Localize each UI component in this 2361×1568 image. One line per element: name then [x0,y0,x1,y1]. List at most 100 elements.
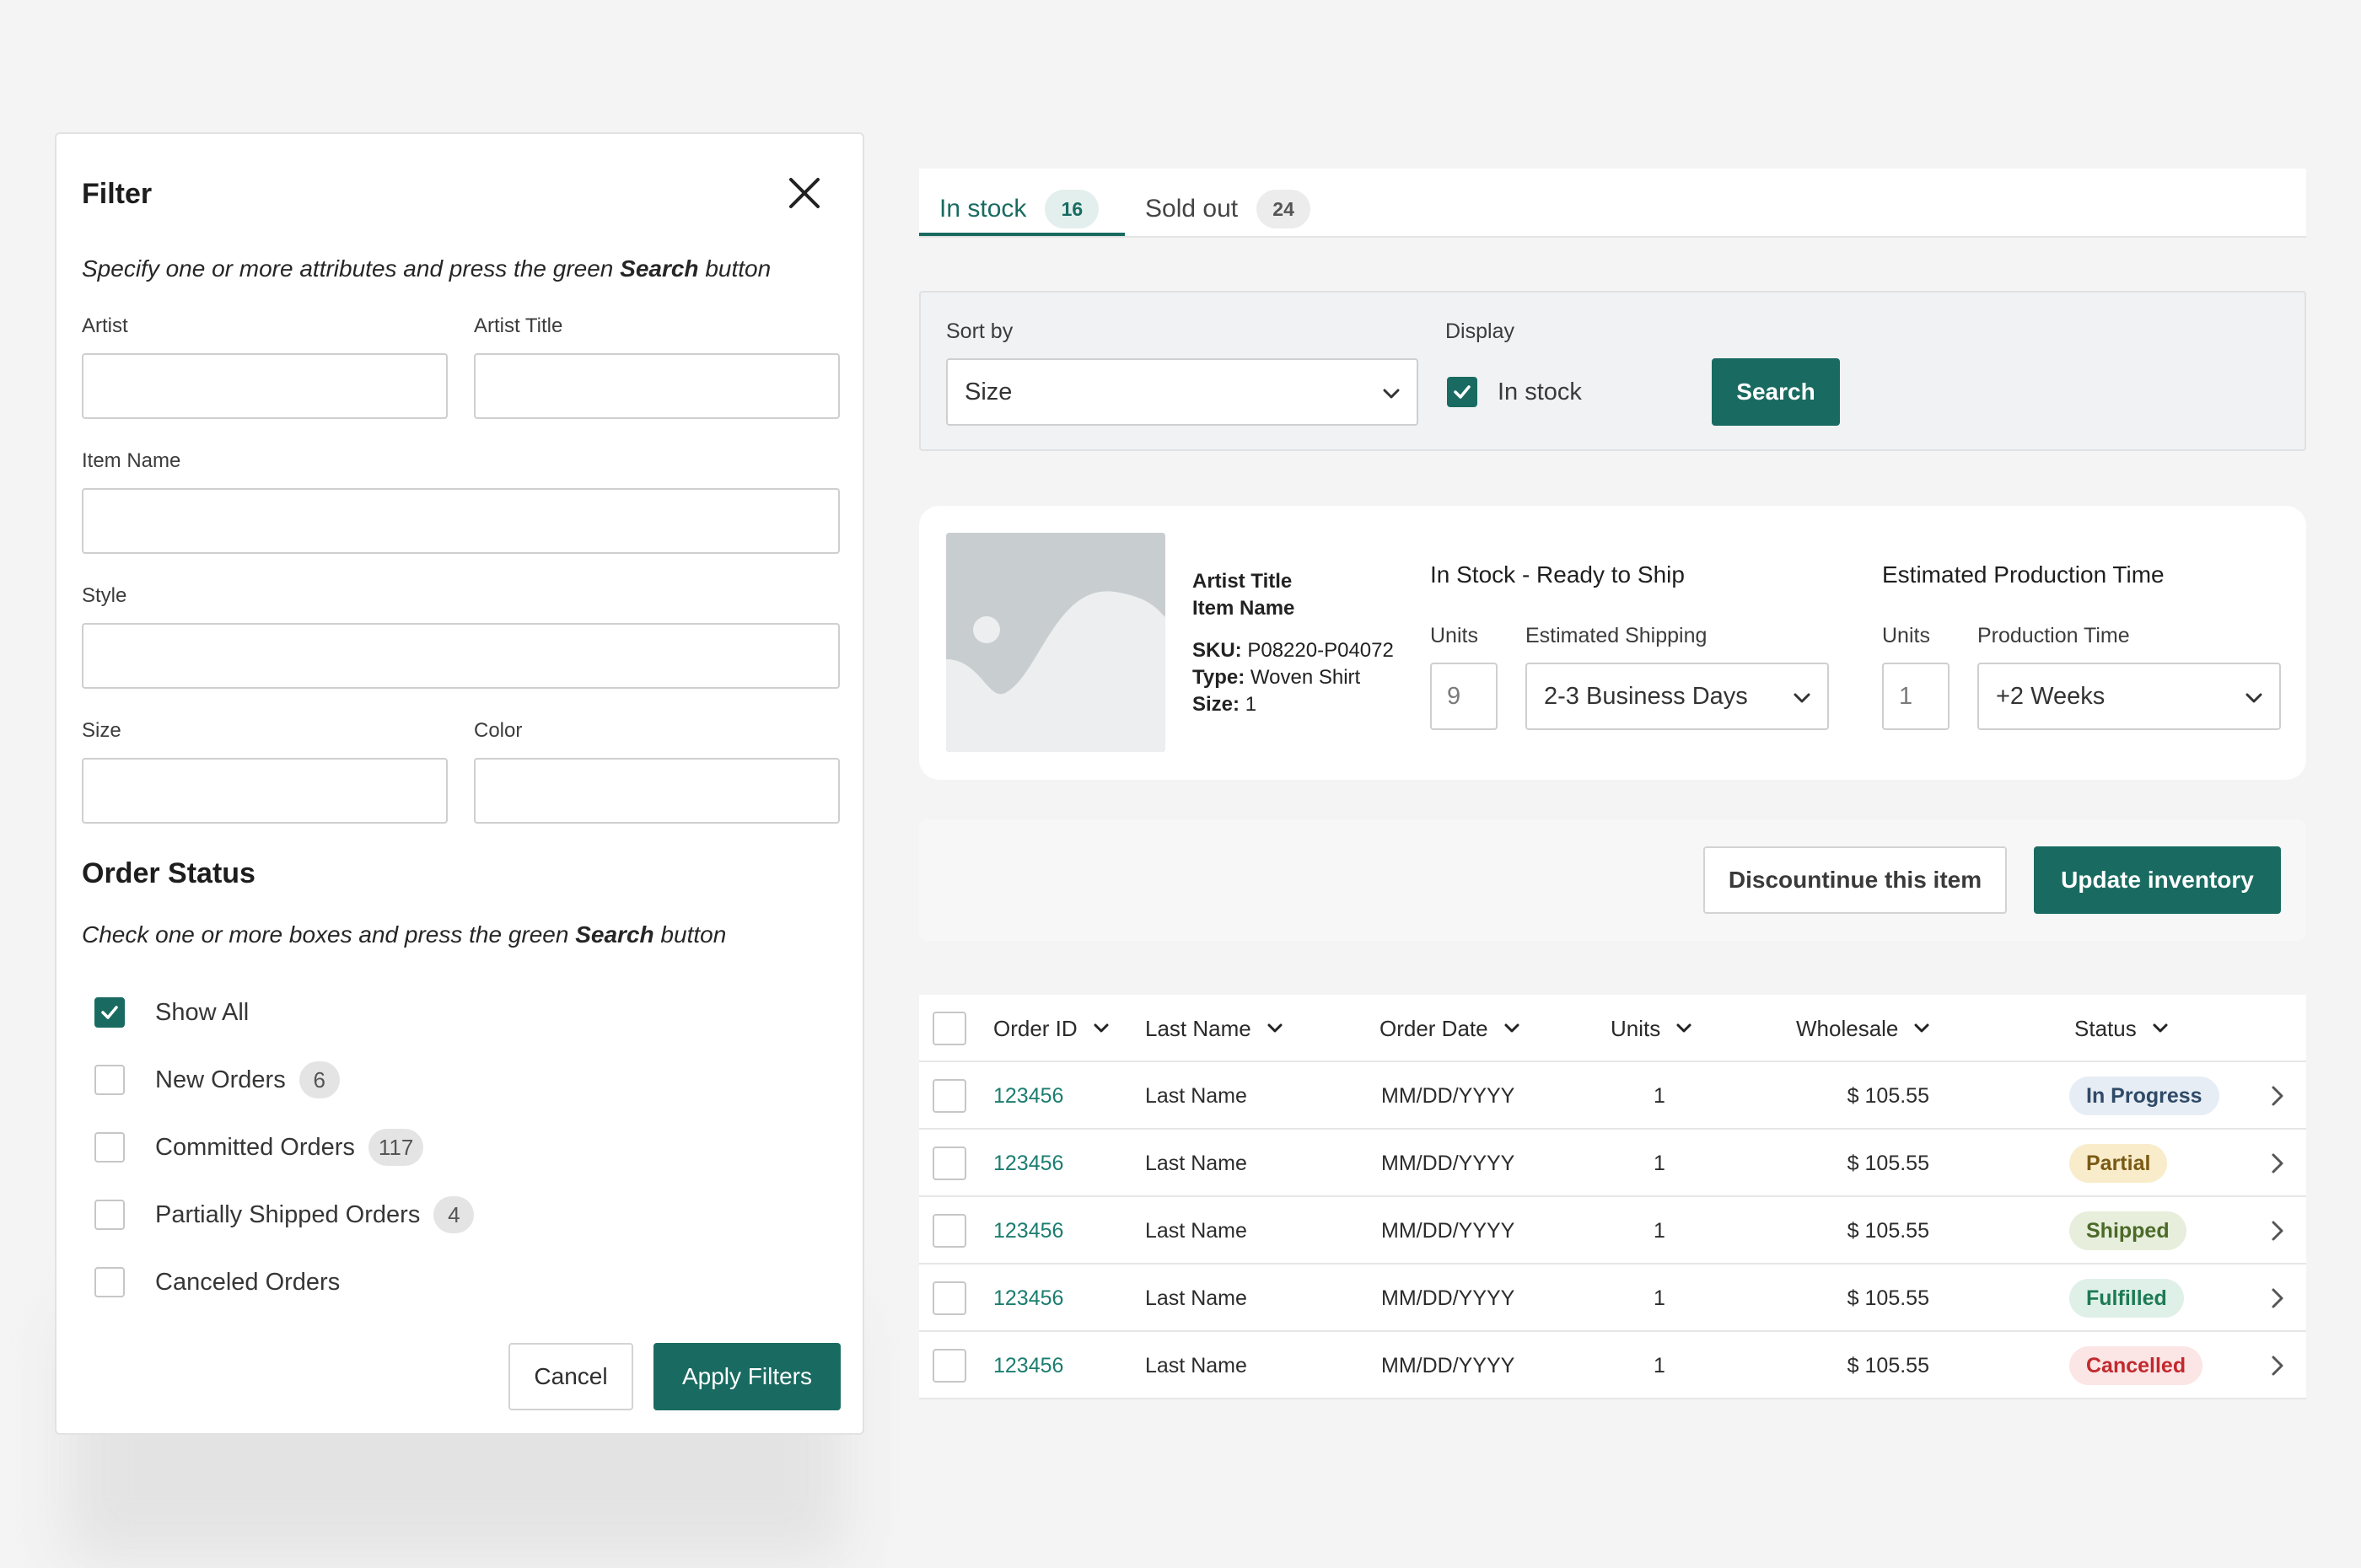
table-row[interactable]: 123456 Last Name MM/DD/YYYY 1 $ 105.55 Cancel… [919,1332,2306,1399]
display-in-stock-option[interactable]: In stock [1447,377,1582,407]
chevron-right-icon[interactable] [2264,1082,2291,1109]
status-badge: In Progress [2069,1077,2219,1115]
close-icon[interactable] [786,175,823,212]
product-item-name: Item Name [1192,597,1295,620]
artist-input[interactable] [82,353,448,419]
table-row[interactable]: 123456 Last Name MM/DD/YYYY 1 $ 105.55 Shippe… [919,1197,2306,1265]
column-header[interactable]: Order Date [1379,995,1522,1062]
chevron-right-icon[interactable] [2264,1285,2291,1312]
order-status-count: 117 [368,1129,424,1166]
apply-filters-button[interactable]: Apply Filters [653,1343,841,1410]
sort-by-select[interactable]: Size [946,358,1418,426]
column-header[interactable]: Order ID [993,995,1111,1062]
order-status-option[interactable]: Canceled Orders [94,1265,340,1299]
order-id-link-cell: 123456 [993,1332,1063,1399]
order-id-link[interactable]: 123456 [993,1219,1063,1243]
column-header[interactable]: Units [1611,995,1694,1062]
last-name-cell: Last Name [1145,1062,1247,1130]
product-card: Artist Title Item Name SKU: P08220-P0407… [919,506,2306,780]
chevron-down-icon [2245,693,2262,703]
sort-chevron-icon [1267,1023,1283,1033]
tab-sold-out[interactable]: Sold out 24 [1145,185,1311,233]
display-label: Display [1445,320,1514,343]
display-in-stock-checkbox[interactable] [1447,377,1477,407]
artist-title-input[interactable] [474,353,840,419]
wholesale: $ 105.55 [1847,1083,1929,1108]
search-button[interactable]: Search [1712,358,1840,426]
color-input[interactable] [474,758,840,824]
style-input[interactable] [82,623,840,689]
units: 1 [1654,1083,1665,1108]
order-status-checkbox[interactable] [94,997,125,1028]
order-status-label: Partially Shipped Orders [155,1200,421,1228]
wholesale: $ 105.55 [1847,1218,1929,1243]
order-status-option[interactable]: New Orders 6 [94,1061,340,1098]
row-checkbox[interactable] [933,1349,966,1383]
order-date-cell: MM/DD/YYYY [1381,1062,1514,1130]
order-status-checkbox[interactable] [94,1200,125,1230]
order-status-option[interactable]: Partially Shipped Orders 4 [94,1196,475,1233]
column-header[interactable]: Last Name [1145,995,1285,1062]
order-date: MM/DD/YYYY [1381,1353,1515,1377]
order-status-checkbox[interactable] [94,1132,125,1163]
in-stock-units-input[interactable]: 9 [1430,663,1498,730]
filter-title: Filter [82,178,153,210]
order-date: MM/DD/YYYY [1381,1151,1515,1175]
table-row[interactable]: 123456 Last Name MM/DD/YYYY 1 $ 105.55 Fulfil… [919,1265,2306,1332]
wholesale: $ 105.55 [1847,1353,1929,1377]
status-badge: Shipped [2069,1211,2186,1250]
column-header-label: Units [1611,1015,1661,1041]
status-badge: Cancelled [2069,1346,2203,1385]
chevron-right-icon[interactable] [2264,1352,2291,1379]
last-name-cell: Last Name [1145,1130,1247,1197]
row-checkbox[interactable] [933,1214,966,1248]
order-status-checkbox[interactable] [94,1267,125,1297]
chevron-right-icon[interactable] [2264,1217,2291,1244]
item-name-input[interactable] [82,488,840,554]
chevron-right-icon[interactable] [2264,1150,2291,1177]
row-checkbox[interactable] [933,1281,966,1315]
cancel-button[interactable]: Cancel [508,1343,633,1410]
order-id-link[interactable]: 123456 [993,1354,1063,1378]
column-header[interactable]: Wholesale [1796,995,1932,1062]
sort-panel: Sort by Size Display In stock Search [919,291,2306,451]
order-status-checkbox[interactable] [94,1065,125,1095]
order-id-link[interactable]: 123456 [993,1286,1063,1311]
size-input[interactable] [82,758,448,824]
order-status-option[interactable]: Show All [94,996,249,1029]
style-label: Style [82,584,127,607]
table-row[interactable]: 123456 Last Name MM/DD/YYYY 1 $ 105.55 Partia… [919,1130,2306,1197]
units: 1 [1654,1218,1665,1243]
discontinue-item-button[interactable]: Discountinue this item [1703,846,2007,914]
order-status-option[interactable]: Committed Orders 117 [94,1129,424,1166]
update-inventory-button[interactable]: Update inventory [2034,846,2281,914]
production-units-input[interactable]: 1 [1882,663,1950,730]
order-id-link-cell: 123456 [993,1265,1063,1332]
order-id-link[interactable]: 123456 [993,1152,1063,1176]
row-checkbox[interactable] [933,1079,966,1113]
status-badge-cell: Cancelled [2069,1332,2203,1399]
order-date: MM/DD/YYYY [1381,1218,1515,1243]
table-row[interactable]: 123456 Last Name MM/DD/YYYY 1 $ 105.55 In Pro… [919,1062,2306,1130]
tab-in-stock[interactable]: In stock 16 [939,185,1100,233]
size-label: Size [82,719,121,742]
chevron-down-icon [1383,389,1400,399]
select-all-checkbox[interactable] [933,1012,966,1045]
row-checkbox[interactable] [933,1146,966,1180]
product-type: Type: Woven Shirt [1192,666,1361,689]
tab-in-stock-count: 16 [1045,190,1100,228]
estimated-shipping-select[interactable]: 2-3 Business Days [1525,663,1829,730]
column-header[interactable]: Status [2074,995,2170,1062]
units-cell: 1 [1611,1197,1708,1265]
units-cell: 1 [1611,1332,1708,1399]
production-time-value: +2 Weeks [1996,682,2106,710]
order-id-link[interactable]: 123456 [993,1084,1063,1109]
estimated-shipping-label: Estimated Shipping [1525,624,1708,647]
wholesale-cell: $ 105.55 [1762,1197,1929,1265]
status-badge-cell: Shipped [2069,1197,2186,1265]
production-time-select[interactable]: +2 Weeks [1977,663,2281,730]
filter-panel: Filter Specify one or more attributes an… [55,132,864,1435]
order-status-title: Order Status [82,857,255,889]
item-name-label: Item Name [82,449,181,472]
order-status-label: New Orders [155,1066,286,1093]
